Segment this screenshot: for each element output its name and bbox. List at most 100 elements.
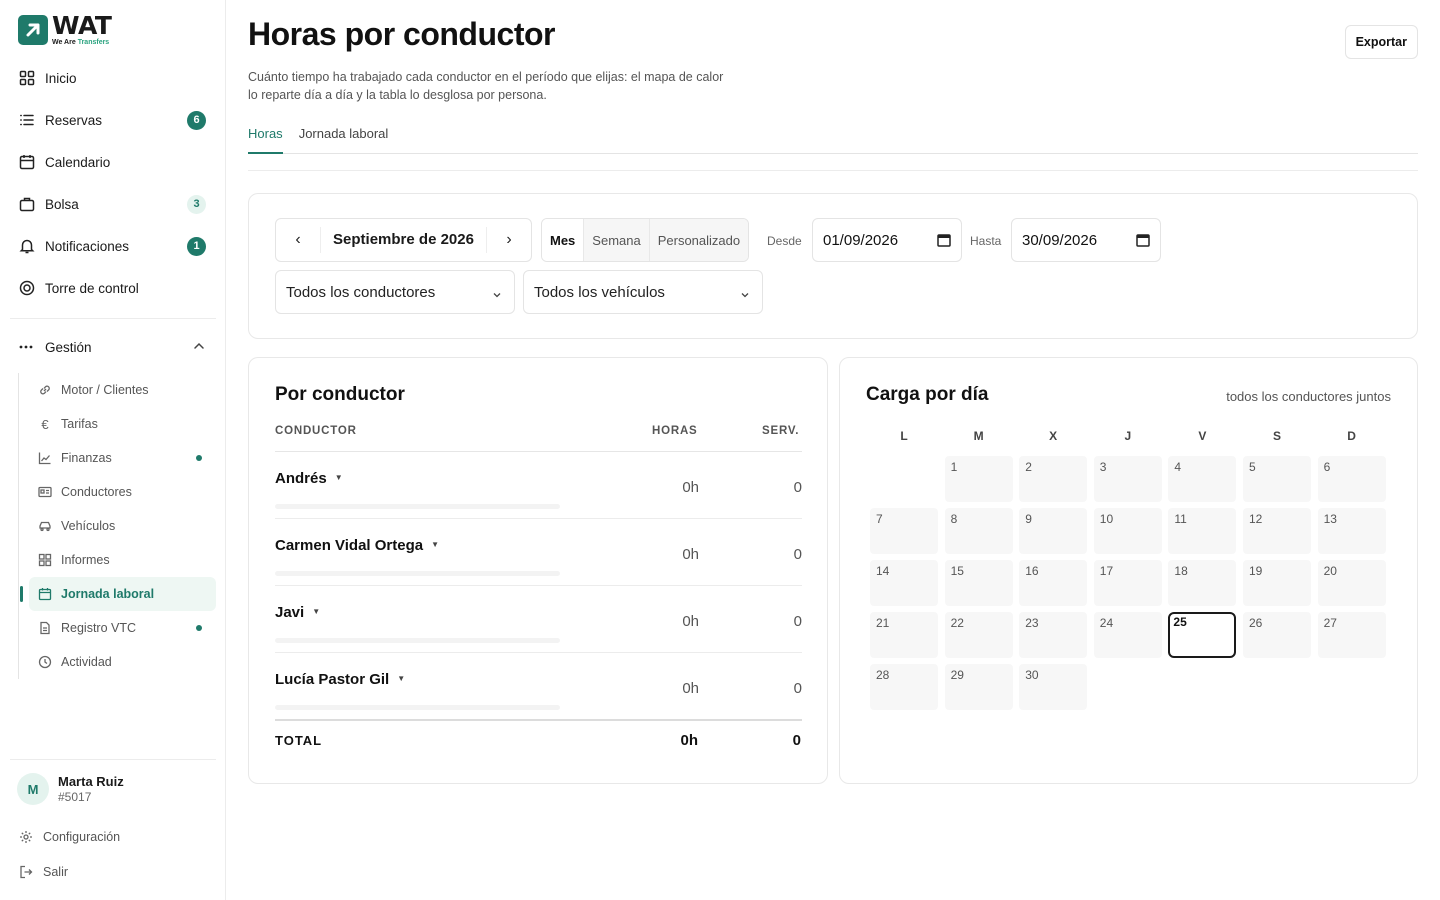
heatmap-day-cell[interactable]: 6 xyxy=(1317,456,1386,502)
subnav-item-actividad[interactable]: Actividad xyxy=(19,645,216,679)
nav-item-reservas[interactable]: Reservas 6 xyxy=(10,99,216,141)
heatmap-day-cell[interactable]: 26 xyxy=(1243,612,1311,658)
heatmap-day-cell[interactable]: 10 xyxy=(1093,508,1162,554)
user-name: Marta Ruiz xyxy=(58,774,124,789)
heatmap-day-cell-today[interactable]: 25 xyxy=(1168,612,1237,658)
heatmap-day-cell[interactable]: 22 xyxy=(944,612,1013,658)
heatmap-day-cell[interactable]: 14 xyxy=(870,560,938,606)
subnav-item-vehiculos[interactable]: Vehículos xyxy=(19,509,216,543)
nav-item-bolsa[interactable]: Bolsa 3 xyxy=(10,183,216,225)
table-row[interactable]: Lucía Pastor Gil ▼ 0h 0 xyxy=(275,653,802,720)
heatmap-day-cell[interactable]: 24 xyxy=(1093,612,1162,658)
brand-logo[interactable]: WAT We Are Transfers xyxy=(18,13,112,46)
heatmap-day-cell[interactable]: 15 xyxy=(944,560,1013,606)
total-hours: 0h xyxy=(680,732,698,749)
heatmap-day-cell[interactable]: 28 xyxy=(870,664,938,710)
driver-hours: 0h xyxy=(682,546,699,563)
heatmap-day-cell[interactable]: 2 xyxy=(1019,456,1088,502)
logout-link[interactable]: Salir xyxy=(18,864,68,880)
heatmap-day-cell[interactable]: 11 xyxy=(1168,508,1237,554)
driver-services: 0 xyxy=(793,479,802,496)
avatar: M xyxy=(17,773,49,805)
weekday-header: L xyxy=(900,429,908,443)
driver-select[interactable]: Todos los conductores xyxy=(275,270,515,314)
to-date-input[interactable]: 30/09/2026 xyxy=(1011,218,1161,262)
table-row[interactable]: Javi ▼ 0h 0 xyxy=(275,586,802,653)
mode-mes-button[interactable]: Mes xyxy=(542,219,584,261)
from-label: Desde xyxy=(767,234,802,248)
from-date-input[interactable]: 01/09/2026 xyxy=(812,218,962,262)
heatmap-day-cell[interactable]: 9 xyxy=(1019,508,1088,554)
nav-item-calendario[interactable]: Calendario xyxy=(10,141,216,183)
driver-name: Andrés xyxy=(275,470,327,487)
subnav-item-informes[interactable]: Informes xyxy=(19,543,216,577)
user-profile[interactable]: M Marta Ruiz #5017 xyxy=(17,773,124,805)
sidebar: WAT We Are Transfers Inicio Reservas 6 C… xyxy=(0,0,226,900)
subnav-item-motor-clientes[interactable]: Motor / Clientes xyxy=(19,373,216,407)
column-header-driver: CONDUCTOR xyxy=(275,425,357,437)
heatmap-day-cell[interactable]: 16 xyxy=(1019,560,1088,606)
heatmap-day-cell[interactable]: 7 xyxy=(870,508,938,554)
tab-jornada-laboral[interactable]: Jornada laboral xyxy=(299,124,389,154)
drivers-card-title: Por conductor xyxy=(275,384,405,405)
heatmap-day-cell[interactable]: 23 xyxy=(1019,612,1088,658)
heatmap-day-cell[interactable]: 29 xyxy=(944,664,1013,710)
heatmap-day-cell[interactable]: 1 xyxy=(944,456,1013,502)
weekday-header: J xyxy=(1124,429,1132,443)
bell-icon xyxy=(18,237,36,255)
heatmap-day-cell[interactable]: 8 xyxy=(944,508,1013,554)
settings-link[interactable]: Configuración xyxy=(18,829,120,845)
subnav-item-finanzas[interactable]: Finanzas xyxy=(19,441,216,475)
heatmap-day-cell[interactable]: 17 xyxy=(1093,560,1162,606)
heatmap-day-cell[interactable]: 20 xyxy=(1317,560,1386,606)
subnav-item-conductores[interactable]: Conductores xyxy=(19,475,216,509)
gestion-section-toggle[interactable]: Gestión xyxy=(10,327,216,367)
subnav-label: Jornada laboral xyxy=(61,587,155,601)
mode-semana-button[interactable]: Semana xyxy=(583,219,649,261)
heatmap-day-cell[interactable]: 19 xyxy=(1243,560,1311,606)
export-button[interactable]: Exportar xyxy=(1344,25,1418,59)
table-row[interactable]: Carmen Vidal Ortega ▼ 0h 0 xyxy=(275,519,802,586)
heatmap-day-cell[interactable]: 30 xyxy=(1019,664,1088,710)
caret-down-icon[interactable]: ▼ xyxy=(431,540,439,549)
table-row[interactable]: Andrés ▼ 0h 0 xyxy=(275,452,802,519)
grid-icon xyxy=(18,69,36,87)
drivers-hours-card: Por conductor CONDUCTOR HORAS SERV. Andr… xyxy=(248,357,828,784)
heatmap-day-cell[interactable]: 21 xyxy=(870,612,938,658)
hours-bar xyxy=(275,638,560,643)
nav-item-notificaciones[interactable]: Notificaciones 1 xyxy=(10,225,216,267)
heatmap-day-cell[interactable]: 3 xyxy=(1093,456,1162,502)
subnav-item-registro-vtc[interactable]: Registro VTC xyxy=(19,611,216,645)
column-header-hours: HORAS xyxy=(652,425,698,437)
subnav-item-tarifas[interactable]: € Tarifas xyxy=(19,407,216,441)
nav-label: Calendario xyxy=(45,154,111,170)
mode-personalizado-button[interactable]: Personalizado xyxy=(648,219,749,261)
heatmap-day-cell[interactable]: 4 xyxy=(1168,456,1237,502)
prev-month-button[interactable]: ‹ xyxy=(276,219,320,261)
calendar-icon[interactable] xyxy=(1136,233,1150,251)
target-icon xyxy=(18,279,36,297)
nav-item-inicio[interactable]: Inicio xyxy=(10,57,216,99)
heatmap-day-cell[interactable]: 13 xyxy=(1317,508,1386,554)
vehicle-select[interactable]: Todos los vehículos xyxy=(523,270,763,314)
bolsa-count-badge: 3 xyxy=(187,194,206,214)
driver-hours: 0h xyxy=(682,479,699,496)
next-month-button[interactable]: › xyxy=(487,219,531,261)
tab-horas[interactable]: Horas xyxy=(248,124,283,154)
caret-down-icon[interactable]: ▼ xyxy=(397,674,405,683)
heatmap-day-cell[interactable]: 5 xyxy=(1243,456,1311,502)
nav-item-torre-de-control[interactable]: Torre de control xyxy=(10,267,216,309)
heatmap-day-cell[interactable]: 27 xyxy=(1317,612,1386,658)
bag-icon xyxy=(18,195,36,213)
heatmap-day-cell[interactable]: 18 xyxy=(1168,560,1237,606)
calendar-icon[interactable] xyxy=(937,233,951,251)
clock-icon xyxy=(37,654,53,670)
heatmap-day-cell[interactable]: 12 xyxy=(1243,508,1311,554)
to-date-value: 30/09/2026 xyxy=(1022,231,1098,249)
caret-down-icon[interactable]: ▼ xyxy=(312,607,320,616)
driver-services: 0 xyxy=(793,546,802,563)
subnav-item-jornada-laboral[interactable]: Jornada laboral xyxy=(20,577,216,611)
caret-down-icon[interactable]: ▼ xyxy=(335,473,343,482)
user-id: #5017 xyxy=(58,790,92,804)
nav-label: Bolsa xyxy=(45,196,79,212)
